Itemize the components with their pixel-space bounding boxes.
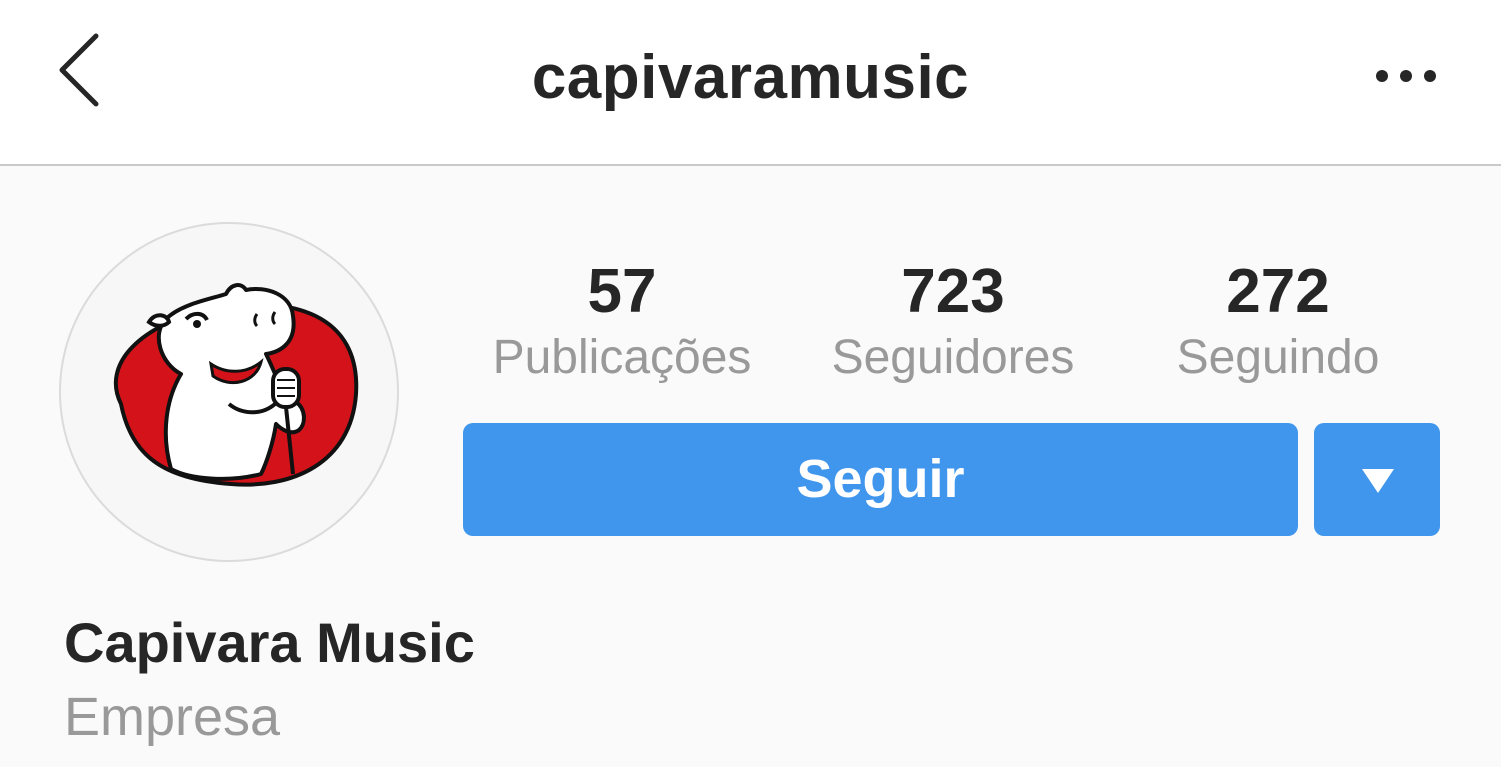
posts-count: 57 [587, 257, 657, 326]
following-count: 272 [1226, 257, 1330, 326]
followers-count-stat[interactable]: 723 Seguidores [806, 256, 1100, 388]
profile-avatar[interactable] [59, 222, 399, 562]
following-label: Seguindo [1176, 331, 1380, 384]
followers-label: Seguidores [831, 331, 1075, 384]
capybara-singer-logo [114, 283, 359, 487]
more-options-button[interactable] [1370, 56, 1442, 96]
more-horizontal-icon [1376, 70, 1436, 82]
follow-button[interactable]: Seguir [463, 423, 1298, 536]
profile-full-name: Capivara Music [64, 611, 475, 674]
profile-category: Empresa [64, 687, 281, 747]
suggestions-dropdown-button[interactable] [1314, 423, 1440, 536]
followers-count: 723 [901, 257, 1005, 326]
posts-label: Publicações [492, 331, 752, 384]
top-navigation-bar: capivaramusic [0, 0, 1501, 166]
posts-count-stat[interactable]: 57 Publicações [470, 256, 774, 388]
caret-down-icon [1362, 469, 1394, 493]
profile-username: capivaramusic [531, 43, 970, 112]
following-count-stat[interactable]: 272 Seguindo [1128, 256, 1428, 388]
